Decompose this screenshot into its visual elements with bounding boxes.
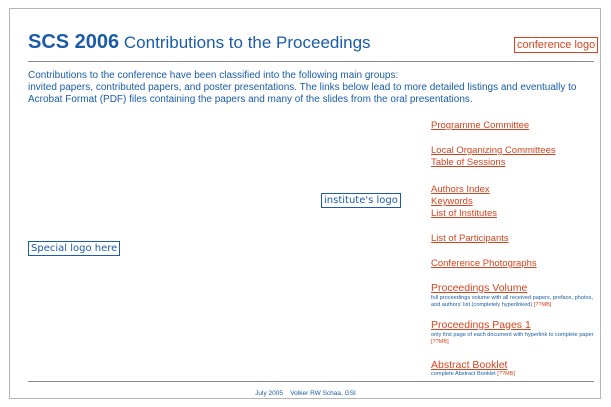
proceedings-volume-size: [??MB]	[533, 302, 552, 308]
header-divider	[28, 61, 594, 62]
keywords-link[interactable]: Keywords	[431, 196, 473, 207]
title-rest: Contributions to the Proceedings	[123, 33, 371, 52]
list-of-institutes-link[interactable]: List of Institutes	[431, 208, 497, 219]
proceedings-pages-description: only first page of each document with hy…	[431, 332, 599, 346]
abstract-booklet-link[interactable]: Abstract Booklet	[431, 360, 507, 371]
intro-line-1: Contributions to the conference have bee…	[28, 70, 399, 81]
institute-logo-placeholder: institute's logo	[321, 193, 401, 208]
conference-logo-placeholder: conference logo	[514, 37, 599, 53]
list-of-participants-link[interactable]: List of Participants	[431, 233, 509, 244]
proceedings-pages-link[interactable]: Proceedings Pages 1	[431, 320, 531, 331]
footer-divider	[28, 381, 594, 382]
proceedings-pages-desc-text: only first page of each document with hy…	[431, 332, 594, 338]
abstract-booklet-size: [??MB]	[497, 371, 515, 377]
table-of-sessions-link[interactable]: Table of Sessions	[431, 157, 505, 168]
local-organizing-committees-link[interactable]: Local Organizing Committees	[431, 145, 556, 156]
authors-index-link[interactable]: Authors Index	[431, 184, 490, 195]
intro-line-2: invited papers, contributed papers, and …	[28, 82, 577, 105]
abstract-booklet-desc-text: complete Abstract Booklet	[431, 371, 496, 377]
intro-text: Contributions to the conference have bee…	[28, 70, 596, 106]
proceedings-volume-link[interactable]: Proceedings Volume	[431, 283, 527, 294]
footer-author: Volker RW Schaa, GSI	[290, 390, 356, 397]
footer-date: July 2005	[255, 390, 283, 397]
footer: July 2005 Volker RW Schaa, GSI	[0, 390, 611, 397]
special-logo-placeholder: Special logo here	[28, 241, 121, 256]
programme-committee-link[interactable]: Programme Committee	[431, 120, 529, 131]
proceedings-pages-size: [??MB]	[431, 339, 449, 345]
abstract-booklet-description: complete Abstract Booklet [??MB]	[431, 371, 599, 378]
proceedings-volume-description: full proceedings volume with all receive…	[431, 295, 599, 309]
page-title: SCS 2006 Contributions to the Proceeding…	[28, 31, 371, 54]
title-bold: SCS 2006	[28, 31, 120, 53]
proceedings-volume-desc-text: full proceedings volume with all receive…	[431, 295, 593, 308]
conference-photographs-link[interactable]: Conference Photographs	[431, 258, 537, 269]
